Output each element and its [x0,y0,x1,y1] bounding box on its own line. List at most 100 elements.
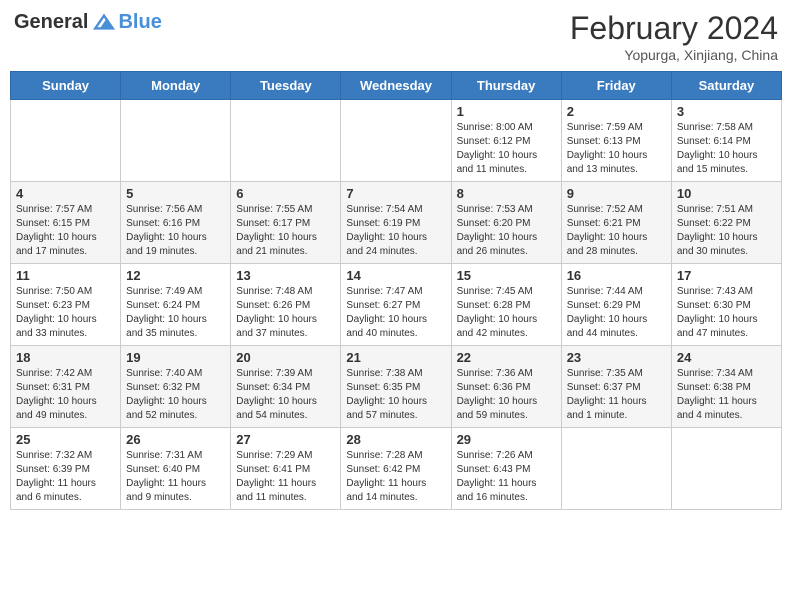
calendar-cell: 6 Sunrise: 7:55 AM Sunset: 6:17 PM Daylig… [231,182,341,264]
calendar-cell: 2 Sunrise: 7:59 AM Sunset: 6:13 PM Daylig… [561,100,671,182]
day-number: 19 [126,350,225,365]
day-number: 23 [567,350,666,365]
calendar-week-4: 18 Sunrise: 7:42 AM Sunset: 6:31 PM Dayli… [11,346,782,428]
day-info: Sunrise: 8:00 AM Sunset: 6:12 PM Dayligh… [457,121,556,177]
day-info: Sunrise: 7:31 AM Sunset: 6:40 PM Dayligh… [126,449,225,505]
day-info: Sunrise: 7:35 AM Sunset: 6:37 PM Dayligh… [567,367,666,423]
day-number: 29 [457,432,556,447]
day-info: Sunrise: 7:39 AM Sunset: 6:34 PM Dayligh… [236,367,335,423]
calendar-cell: 17Sunrise: 7:43 AM Sunset: 6:30 PM Dayli… [671,264,781,346]
day-info: Sunrise: 7:56 AM Sunset: 6:16 PM Dayligh… [126,203,225,259]
calendar-cell: 29 Sunrise: 7:26 AM Sunset: 6:43 PM Dayli… [451,428,561,510]
calendar-cell: 5 Sunrise: 7:56 AM Sunset: 6:16 PM Daylig… [121,182,231,264]
calendar-cell [231,100,341,182]
calendar-cell: 16Sunrise: 7:44 AM Sunset: 6:29 PM Dayli… [561,264,671,346]
calendar-cell [11,100,121,182]
day-number: 16 [567,268,666,283]
day-number: 5 [126,186,225,201]
day-header-saturday: Saturday [671,72,781,100]
day-number: 25 [16,432,115,447]
day-header-monday: Monday [121,72,231,100]
day-header-thursday: Thursday [451,72,561,100]
calendar-cell: 15Sunrise: 7:45 AM Sunset: 6:28 PM Dayli… [451,264,561,346]
day-info: Sunrise: 7:55 AM Sunset: 6:17 PM Dayligh… [236,203,335,259]
calendar-cell: 24 Sunrise: 7:34 AM Sunset: 6:38 PM Dayli… [671,346,781,428]
location: Yopurga, Xinjiang, China [570,47,778,63]
day-info: Sunrise: 7:53 AM Sunset: 6:20 PM Dayligh… [457,203,556,259]
day-number: 24 [677,350,776,365]
day-number: 21 [346,350,445,365]
day-info: Sunrise: 7:29 AM Sunset: 6:41 PM Dayligh… [236,449,335,505]
month-title: February 2024 [570,10,778,47]
logo-general: General [14,11,88,34]
day-number: 4 [16,186,115,201]
calendar-cell: 23 Sunrise: 7:35 AM Sunset: 6:37 PM Dayli… [561,346,671,428]
day-info: Sunrise: 7:40 AM Sunset: 6:32 PM Dayligh… [126,367,225,423]
day-info: Sunrise: 7:34 AM Sunset: 6:38 PM Dayligh… [677,367,776,423]
calendar-week-1: 1 Sunrise: 8:00 AM Sunset: 6:12 PM Daylig… [11,100,782,182]
day-info: Sunrise: 7:50 AM Sunset: 6:23 PM Dayligh… [16,285,115,341]
calendar-cell [561,428,671,510]
logo: General Blue [14,10,162,34]
day-number: 26 [126,432,225,447]
calendar-cell: 1 Sunrise: 8:00 AM Sunset: 6:12 PM Daylig… [451,100,561,182]
calendar-week-5: 25 Sunrise: 7:32 AM Sunset: 6:39 PM Dayli… [11,428,782,510]
day-number: 2 [567,104,666,119]
day-info: Sunrise: 7:48 AM Sunset: 6:26 PM Dayligh… [236,285,335,341]
calendar-cell: 8 Sunrise: 7:53 AM Sunset: 6:20 PM Daylig… [451,182,561,264]
day-info: Sunrise: 7:58 AM Sunset: 6:14 PM Dayligh… [677,121,776,177]
calendar-cell: 9 Sunrise: 7:52 AM Sunset: 6:21 PM Daylig… [561,182,671,264]
day-number: 8 [457,186,556,201]
calendar-cell: 4Sunrise: 7:57 AM Sunset: 6:15 PM Daylig… [11,182,121,264]
day-number: 6 [236,186,335,201]
day-number: 28 [346,432,445,447]
calendar-cell: 19 Sunrise: 7:40 AM Sunset: 6:32 PM Dayli… [121,346,231,428]
day-number: 11 [16,268,115,283]
calendar-cell [671,428,781,510]
calendar-cell [121,100,231,182]
day-info: Sunrise: 7:47 AM Sunset: 6:27 PM Dayligh… [346,285,445,341]
calendar-cell: 7 Sunrise: 7:54 AM Sunset: 6:19 PM Daylig… [341,182,451,264]
day-number: 13 [236,268,335,283]
calendar-cell: 21 Sunrise: 7:38 AM Sunset: 6:35 PM Dayli… [341,346,451,428]
logo-blue: Blue [118,11,161,34]
calendar-cell: 13 Sunrise: 7:48 AM Sunset: 6:26 PM Dayli… [231,264,341,346]
day-number: 7 [346,186,445,201]
calendar-cell: 27 Sunrise: 7:29 AM Sunset: 6:41 PM Dayli… [231,428,341,510]
calendar-cell: 12Sunrise: 7:49 AM Sunset: 6:24 PM Dayli… [121,264,231,346]
day-number: 1 [457,104,556,119]
calendar-cell: 26 Sunrise: 7:31 AM Sunset: 6:40 PM Dayli… [121,428,231,510]
day-number: 20 [236,350,335,365]
day-info: Sunrise: 7:32 AM Sunset: 6:39 PM Dayligh… [16,449,115,505]
day-number: 27 [236,432,335,447]
calendar-cell: 3 Sunrise: 7:58 AM Sunset: 6:14 PM Daylig… [671,100,781,182]
day-info: Sunrise: 7:26 AM Sunset: 6:43 PM Dayligh… [457,449,556,505]
calendar-week-2: 4Sunrise: 7:57 AM Sunset: 6:15 PM Daylig… [11,182,782,264]
day-header-friday: Friday [561,72,671,100]
day-info: Sunrise: 7:38 AM Sunset: 6:35 PM Dayligh… [346,367,445,423]
calendar-cell: 11 Sunrise: 7:50 AM Sunset: 6:23 PM Dayli… [11,264,121,346]
day-info: Sunrise: 7:52 AM Sunset: 6:21 PM Dayligh… [567,203,666,259]
calendar-cell [341,100,451,182]
day-number: 22 [457,350,556,365]
day-info: Sunrise: 7:54 AM Sunset: 6:19 PM Dayligh… [346,203,445,259]
day-number: 14 [346,268,445,283]
day-number: 9 [567,186,666,201]
day-info: Sunrise: 7:28 AM Sunset: 6:42 PM Dayligh… [346,449,445,505]
day-info: Sunrise: 7:59 AM Sunset: 6:13 PM Dayligh… [567,121,666,177]
day-info: Sunrise: 7:43 AM Sunset: 6:30 PM Dayligh… [677,285,776,341]
day-number: 18 [16,350,115,365]
title-block: February 2024 Yopurga, Xinjiang, China [570,10,778,63]
day-info: Sunrise: 7:36 AM Sunset: 6:36 PM Dayligh… [457,367,556,423]
day-number: 10 [677,186,776,201]
day-number: 3 [677,104,776,119]
page-header: General Blue February 2024 Yopurga, Xinj… [10,10,782,63]
calendar-cell: 14 Sunrise: 7:47 AM Sunset: 6:27 PM Dayli… [341,264,451,346]
calendar-cell: 10Sunrise: 7:51 AM Sunset: 6:22 PM Dayli… [671,182,781,264]
calendar-cell: 28 Sunrise: 7:28 AM Sunset: 6:42 PM Dayli… [341,428,451,510]
day-number: 12 [126,268,225,283]
calendar-cell: 22 Sunrise: 7:36 AM Sunset: 6:36 PM Dayli… [451,346,561,428]
day-header-sunday: Sunday [11,72,121,100]
calendar-week-3: 11 Sunrise: 7:50 AM Sunset: 6:23 PM Dayli… [11,264,782,346]
day-info: Sunrise: 7:42 AM Sunset: 6:31 PM Dayligh… [16,367,115,423]
